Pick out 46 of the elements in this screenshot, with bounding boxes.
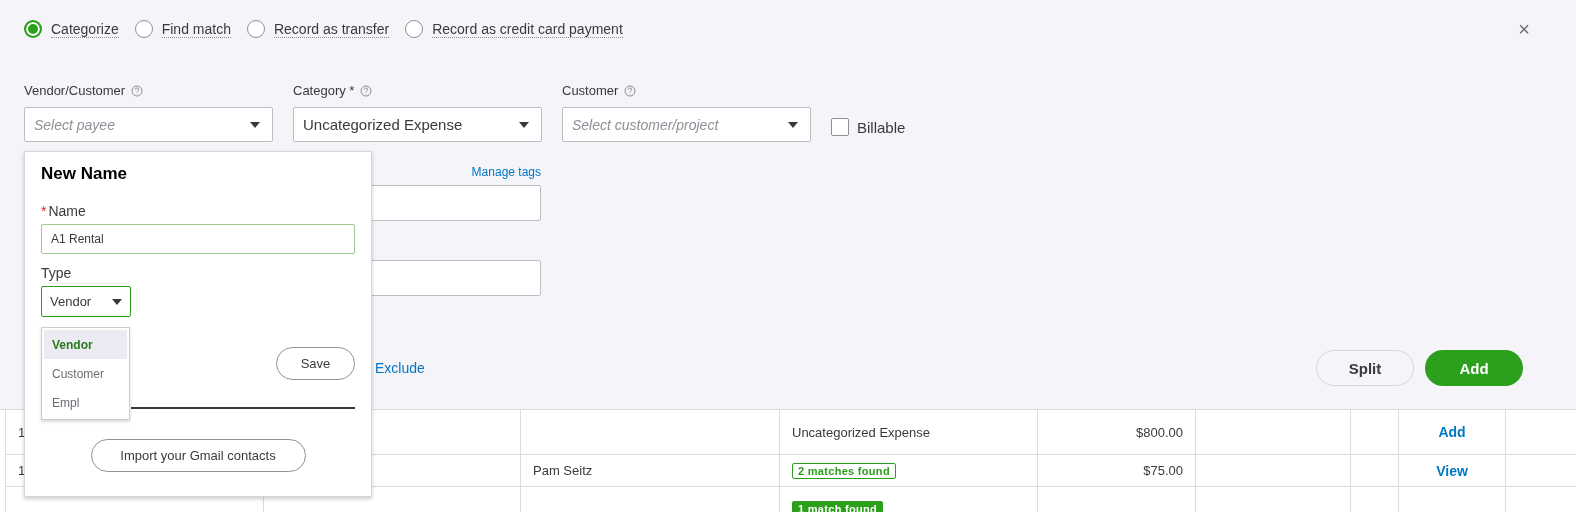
required-mark: *	[41, 203, 47, 219]
field-label: Category *	[293, 83, 355, 98]
table-cell: $800.00	[1136, 424, 1183, 440]
add-button[interactable]: Add	[1425, 350, 1523, 386]
help-icon	[360, 84, 373, 97]
caret-icon	[519, 121, 529, 128]
radio-option[interactable]: Find match	[134, 20, 231, 38]
help-icon	[624, 84, 637, 97]
dropdown-field[interactable]: Uncategorized Expense	[293, 107, 542, 142]
close-button[interactable]: ×	[1518, 17, 1530, 41]
caret-icon	[788, 121, 798, 128]
radio-option[interactable]: Categorize	[24, 20, 119, 38]
checkbox[interactable]	[831, 118, 849, 136]
row-action-link[interactable]: Add	[1438, 424, 1466, 440]
table-cell: Pam Seitz	[533, 463, 593, 478]
radio-icon[interactable]	[134, 20, 153, 38]
split-button[interactable]: Split	[1316, 350, 1414, 386]
status-badge: 2 matches found	[792, 462, 896, 479]
dropdown-field[interactable]: Select payee	[24, 107, 273, 142]
field-label: Vendor/Customer	[24, 83, 126, 98]
type-dropdown[interactable]: Vendor	[41, 286, 131, 317]
save-button[interactable]: Save	[276, 347, 355, 380]
table-cell: Uncategorized Expense	[792, 424, 931, 440]
radio-icon[interactable]	[405, 20, 424, 38]
radio-icon[interactable]	[24, 20, 42, 38]
row-action-link[interactable]: View	[1436, 462, 1468, 479]
help-icon	[131, 84, 144, 97]
dropdown-option[interactable]: Vendor	[44, 330, 127, 359]
checkbox-label: Billable	[857, 118, 906, 136]
dropdown-option[interactable]: Customer	[44, 359, 127, 388]
dropdown-field[interactable]: Select customer/project	[562, 107, 811, 142]
field-label: Name	[48, 203, 86, 219]
radio-icon[interactable]	[246, 20, 265, 38]
exclude-link[interactable]: Exclude	[375, 360, 425, 376]
name-input-field[interactable]: A1 Rental	[41, 224, 355, 254]
import-contacts-button[interactable]: Import your Gmail contacts	[90, 439, 306, 472]
radio-option[interactable]: Record as credit card payment	[405, 20, 623, 38]
dropdown-option[interactable]: Empl	[44, 388, 127, 417]
table-cell: $75.00	[1143, 463, 1183, 478]
caret-icon	[112, 298, 122, 305]
popup-title: New Name	[41, 164, 128, 184]
field-label: Customer	[562, 83, 619, 98]
radio-option[interactable]: Record as transfer	[246, 20, 390, 38]
field-label: Type	[41, 265, 73, 281]
manage-tags-link[interactable]: Manage tags	[471, 165, 541, 179]
caret-icon	[250, 121, 260, 128]
